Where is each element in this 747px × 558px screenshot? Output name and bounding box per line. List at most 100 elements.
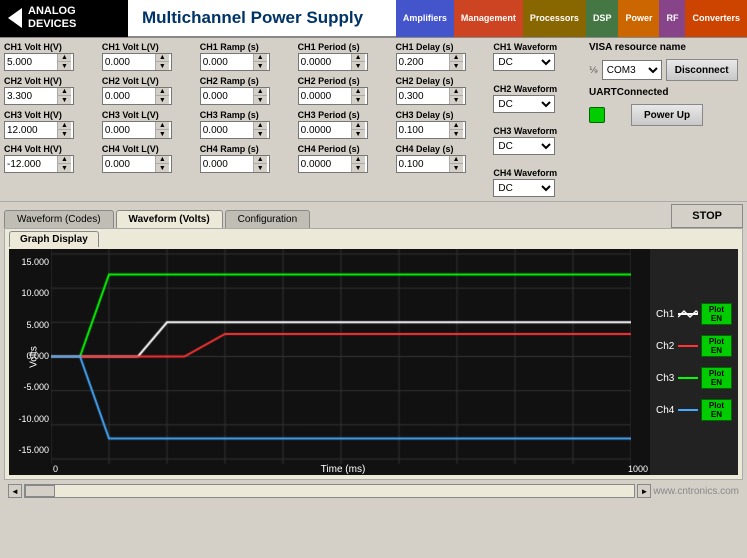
- ch2-ramp-input[interactable]: [201, 88, 253, 104]
- nav-tab-amplifiers[interactable]: Amplifiers: [396, 0, 454, 37]
- ch1-ramp-down[interactable]: ▼: [254, 62, 267, 70]
- ch2-waveform-select[interactable]: DC: [493, 95, 555, 113]
- ch1-delay-down[interactable]: ▼: [450, 62, 463, 70]
- ch1-ramp-up[interactable]: ▲: [254, 54, 267, 62]
- ch2-plot-en-button[interactable]: Plot EN: [701, 335, 732, 357]
- ch3-volt-l-spinbox[interactable]: ▲ ▼: [102, 121, 172, 139]
- graph-tab[interactable]: Graph Display: [9, 231, 99, 247]
- ch4-ramp-spinbox[interactable]: ▲ ▼: [200, 155, 270, 173]
- ch4-ramp-input[interactable]: [201, 156, 253, 172]
- ch3-volt-l-down[interactable]: ▼: [156, 130, 169, 138]
- ch1-volt-h-spinbox[interactable]: ▲ ▼: [4, 53, 74, 71]
- ch1-volt-l-down[interactable]: ▼: [156, 62, 169, 70]
- stop-button[interactable]: STOP: [671, 204, 743, 228]
- ch4-delay-spinbox[interactable]: ▲ ▼: [396, 155, 466, 173]
- disconnect-button[interactable]: Disconnect: [666, 59, 738, 81]
- ch1-volt-h-down[interactable]: ▼: [58, 62, 71, 70]
- ch4-volt-l-up[interactable]: ▲: [156, 156, 169, 164]
- ch3-period-down[interactable]: ▼: [352, 130, 365, 138]
- ch3-waveform-select[interactable]: DC: [493, 137, 555, 155]
- ch3-delay-up[interactable]: ▲: [450, 122, 463, 130]
- ch4-ramp-down[interactable]: ▼: [254, 164, 267, 172]
- ch3-period-up[interactable]: ▲: [352, 122, 365, 130]
- ch2-period-input[interactable]: [299, 88, 351, 104]
- ch4-volt-h-input[interactable]: [5, 156, 57, 172]
- ch1-volt-l-spinbox[interactable]: ▲ ▼: [102, 53, 172, 71]
- nav-tab-power[interactable]: Power: [618, 0, 659, 37]
- ch2-volt-h-up[interactable]: ▲: [58, 88, 71, 96]
- ch2-ramp-down[interactable]: ▼: [254, 96, 267, 104]
- ch4-plot-en-button[interactable]: Plot EN: [701, 399, 732, 421]
- nav-tab-management[interactable]: Management: [454, 0, 523, 37]
- ch3-volt-h-up[interactable]: ▲: [58, 122, 71, 130]
- ch4-period-input[interactable]: [299, 156, 351, 172]
- ch2-volt-l-down[interactable]: ▼: [156, 96, 169, 104]
- power-up-button[interactable]: Power Up: [631, 104, 703, 126]
- tab-configuration[interactable]: Configuration: [225, 210, 310, 228]
- tab-waveform-codes[interactable]: Waveform (Codes): [4, 210, 114, 228]
- ch2-volt-h-down[interactable]: ▼: [58, 96, 71, 104]
- ch3-volt-l-input[interactable]: [103, 122, 155, 138]
- nav-tab-processors[interactable]: Processors: [523, 0, 586, 37]
- ch1-volt-h-input[interactable]: [5, 54, 57, 70]
- visa-port-select[interactable]: COM3: [602, 60, 662, 80]
- scroll-right-btn[interactable]: ►: [637, 484, 651, 498]
- ch3-volt-h-down[interactable]: ▼: [58, 130, 71, 138]
- scroll-thumb[interactable]: [25, 485, 55, 497]
- ch2-volt-h-spinbox[interactable]: ▲ ▼: [4, 87, 74, 105]
- ch3-volt-l-up[interactable]: ▲: [156, 122, 169, 130]
- ch4-period-down[interactable]: ▼: [352, 164, 365, 172]
- ch2-period-up[interactable]: ▲: [352, 88, 365, 96]
- ch1-volt-l-input[interactable]: [103, 54, 155, 70]
- ch4-volt-h-up[interactable]: ▲: [58, 156, 71, 164]
- ch4-waveform-select[interactable]: DC: [493, 179, 555, 197]
- ch1-plot-en-button[interactable]: Plot EN: [701, 303, 732, 325]
- ch3-ramp-spinbox[interactable]: ▲ ▼: [200, 121, 270, 139]
- ch4-ramp-up[interactable]: ▲: [254, 156, 267, 164]
- ch1-volt-h-up[interactable]: ▲: [58, 54, 71, 62]
- ch3-ramp-input[interactable]: [201, 122, 253, 138]
- ch3-delay-input[interactable]: [397, 122, 449, 138]
- ch1-period-spinbox[interactable]: ▲ ▼: [298, 53, 368, 71]
- ch1-ramp-spinbox[interactable]: ▲ ▼: [200, 53, 270, 71]
- ch4-volt-l-down[interactable]: ▼: [156, 164, 169, 172]
- ch4-volt-h-down[interactable]: ▼: [58, 164, 71, 172]
- ch4-delay-input[interactable]: [397, 156, 449, 172]
- ch2-delay-spinbox[interactable]: ▲ ▼: [396, 87, 466, 105]
- ch1-volt-l-up[interactable]: ▲: [156, 54, 169, 62]
- ch4-delay-down[interactable]: ▼: [450, 164, 463, 172]
- scroll-track[interactable]: [24, 484, 635, 498]
- ch2-period-spinbox[interactable]: ▲ ▼: [298, 87, 368, 105]
- ch4-delay-up[interactable]: ▲: [450, 156, 463, 164]
- ch2-delay-input[interactable]: [397, 88, 449, 104]
- ch3-volt-h-spinbox[interactable]: ▲ ▼: [4, 121, 74, 139]
- ch2-ramp-up[interactable]: ▲: [254, 88, 267, 96]
- ch2-volt-l-input[interactable]: [103, 88, 155, 104]
- ch1-period-down[interactable]: ▼: [352, 62, 365, 70]
- ch3-volt-h-input[interactable]: [5, 122, 57, 138]
- ch2-period-down[interactable]: ▼: [352, 96, 365, 104]
- ch4-volt-l-spinbox[interactable]: ▲ ▼: [102, 155, 172, 173]
- ch1-period-up[interactable]: ▲: [352, 54, 365, 62]
- ch3-delay-down[interactable]: ▼: [450, 130, 463, 138]
- ch3-delay-spinbox[interactable]: ▲ ▼: [396, 121, 466, 139]
- ch3-ramp-down[interactable]: ▼: [254, 130, 267, 138]
- ch2-volt-l-up[interactable]: ▲: [156, 88, 169, 96]
- ch4-period-spinbox[interactable]: ▲ ▼: [298, 155, 368, 173]
- ch2-ramp-spinbox[interactable]: ▲ ▼: [200, 87, 270, 105]
- ch3-period-input[interactable]: [299, 122, 351, 138]
- ch1-waveform-select[interactable]: DC: [493, 53, 555, 71]
- scroll-left-btn[interactable]: ◄: [8, 484, 22, 498]
- ch1-delay-input[interactable]: [397, 54, 449, 70]
- ch1-delay-spinbox[interactable]: ▲ ▼: [396, 53, 466, 71]
- ch4-period-up[interactable]: ▲: [352, 156, 365, 164]
- ch3-ramp-up[interactable]: ▲: [254, 122, 267, 130]
- ch3-plot-en-button[interactable]: Plot EN: [701, 367, 732, 389]
- ch2-volt-h-input[interactable]: [5, 88, 57, 104]
- ch2-volt-l-spinbox[interactable]: ▲ ▼: [102, 87, 172, 105]
- ch1-ramp-input[interactable]: [201, 54, 253, 70]
- ch2-delay-up[interactable]: ▲: [450, 88, 463, 96]
- ch4-volt-l-input[interactable]: [103, 156, 155, 172]
- nav-tab-rf[interactable]: RF: [659, 0, 685, 37]
- ch3-period-spinbox[interactable]: ▲ ▼: [298, 121, 368, 139]
